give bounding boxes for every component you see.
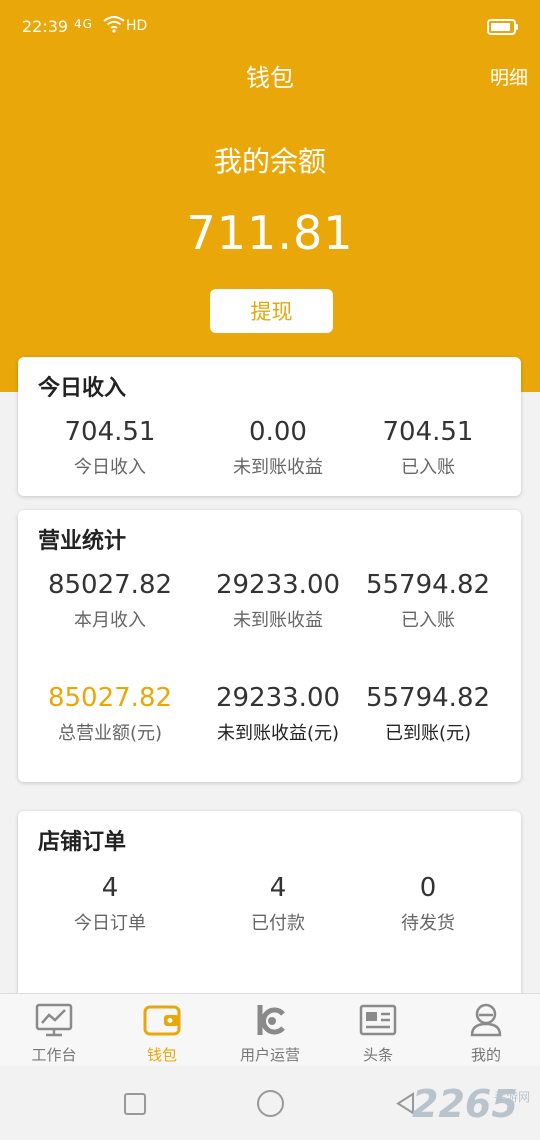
detail-link[interactable]: 明细 — [490, 63, 528, 90]
watermark-subtext: 手游网 — [494, 1090, 531, 1104]
system-nav-bar: 2265 手游网 — [0, 1066, 540, 1140]
battery-icon — [487, 19, 518, 35]
today-income-card: 今日收入 704.51 今日收入 0.00 未到账收益 704.51 已入账 — [18, 357, 521, 496]
balance-value: 711.81 — [186, 206, 354, 260]
stat-value: 704.51 — [64, 417, 156, 447]
status-bar: 22:39 4G HD — [0, 0, 540, 56]
stat-total-received[interactable]: 55794.82 已到账(元) — [338, 683, 518, 745]
stat-total-revenue[interactable]: 85027.82 总营业额(元) — [20, 683, 200, 745]
stat-value: 704.51 — [382, 417, 474, 447]
tab-wallet[interactable]: 钱包 — [112, 994, 212, 1067]
business-stats-card: 营业统计 85027.82 本月收入 29233.00 未到账收益 55794.… — [18, 510, 521, 782]
tab-label: 工作台 — [31, 1046, 77, 1064]
stat-value: 85027.82 — [47, 570, 173, 600]
bottom-tab-bar: 工作台 钱包 用户运营 头条 我的 — [0, 993, 540, 1066]
wifi-icon — [103, 16, 125, 33]
tab-mine[interactable]: 我的 — [436, 994, 536, 1067]
stat-to-ship[interactable]: 0 待发货 — [338, 873, 518, 935]
balance-label: 我的余额 — [213, 145, 326, 178]
tab-workbench[interactable]: 工作台 — [4, 994, 104, 1067]
wallet-icon — [143, 1005, 181, 1036]
home-button[interactable] — [257, 1090, 284, 1117]
tab-headlines[interactable]: 头条 — [328, 994, 428, 1067]
stat-value: 85027.82 — [47, 683, 173, 713]
status-time: 22:39 — [22, 17, 69, 36]
tab-label: 用户运营 — [239, 1046, 300, 1064]
card-title: 店铺订单 — [38, 830, 127, 855]
signal-icon: 4G — [74, 17, 93, 31]
tab-label: 钱包 — [146, 1046, 177, 1064]
stat-label: 待发货 — [401, 913, 455, 934]
stat-label: 本月收入 — [74, 610, 146, 631]
tab-label: 头条 — [362, 1046, 393, 1064]
stat-label: 已入账 — [401, 457, 455, 478]
stat-credited[interactable]: 704.51 已入账 — [338, 417, 518, 479]
card-title: 今日收入 — [38, 376, 127, 401]
tab-user-ops[interactable]: 用户运营 — [220, 994, 320, 1067]
news-icon — [359, 1004, 397, 1036]
stat-value: 4 — [101, 873, 119, 903]
user-ops-icon — [257, 1005, 285, 1035]
stat-label: 已到账(元) — [384, 723, 472, 744]
stat-today-income[interactable]: 704.51 今日收入 — [20, 417, 200, 479]
stat-month-credited[interactable]: 55794.82 已入账 — [338, 570, 518, 632]
monitor-chart-icon — [35, 1003, 73, 1037]
stat-label: 今日收入 — [74, 457, 146, 478]
profile-icon — [470, 1003, 502, 1037]
stat-label: 总营业额(元) — [57, 723, 163, 744]
stat-value: 0 — [419, 873, 437, 903]
network-hd-label: HD — [126, 18, 148, 34]
stat-value: 55794.82 — [365, 683, 491, 713]
stat-month-income[interactable]: 85027.82 本月收入 — [20, 570, 200, 632]
tab-label: 我的 — [470, 1046, 501, 1064]
stat-label: 已入账 — [401, 610, 455, 631]
withdraw-button[interactable]: 提现 — [210, 289, 333, 333]
card-title: 营业统计 — [38, 529, 127, 554]
page-title: 钱包 — [246, 64, 294, 92]
stat-label: 今日订单 — [74, 913, 146, 934]
recent-apps-button[interactable] — [124, 1093, 146, 1115]
stat-today-orders[interactable]: 4 今日订单 — [20, 873, 200, 935]
stat-value: 55794.82 — [365, 570, 491, 600]
